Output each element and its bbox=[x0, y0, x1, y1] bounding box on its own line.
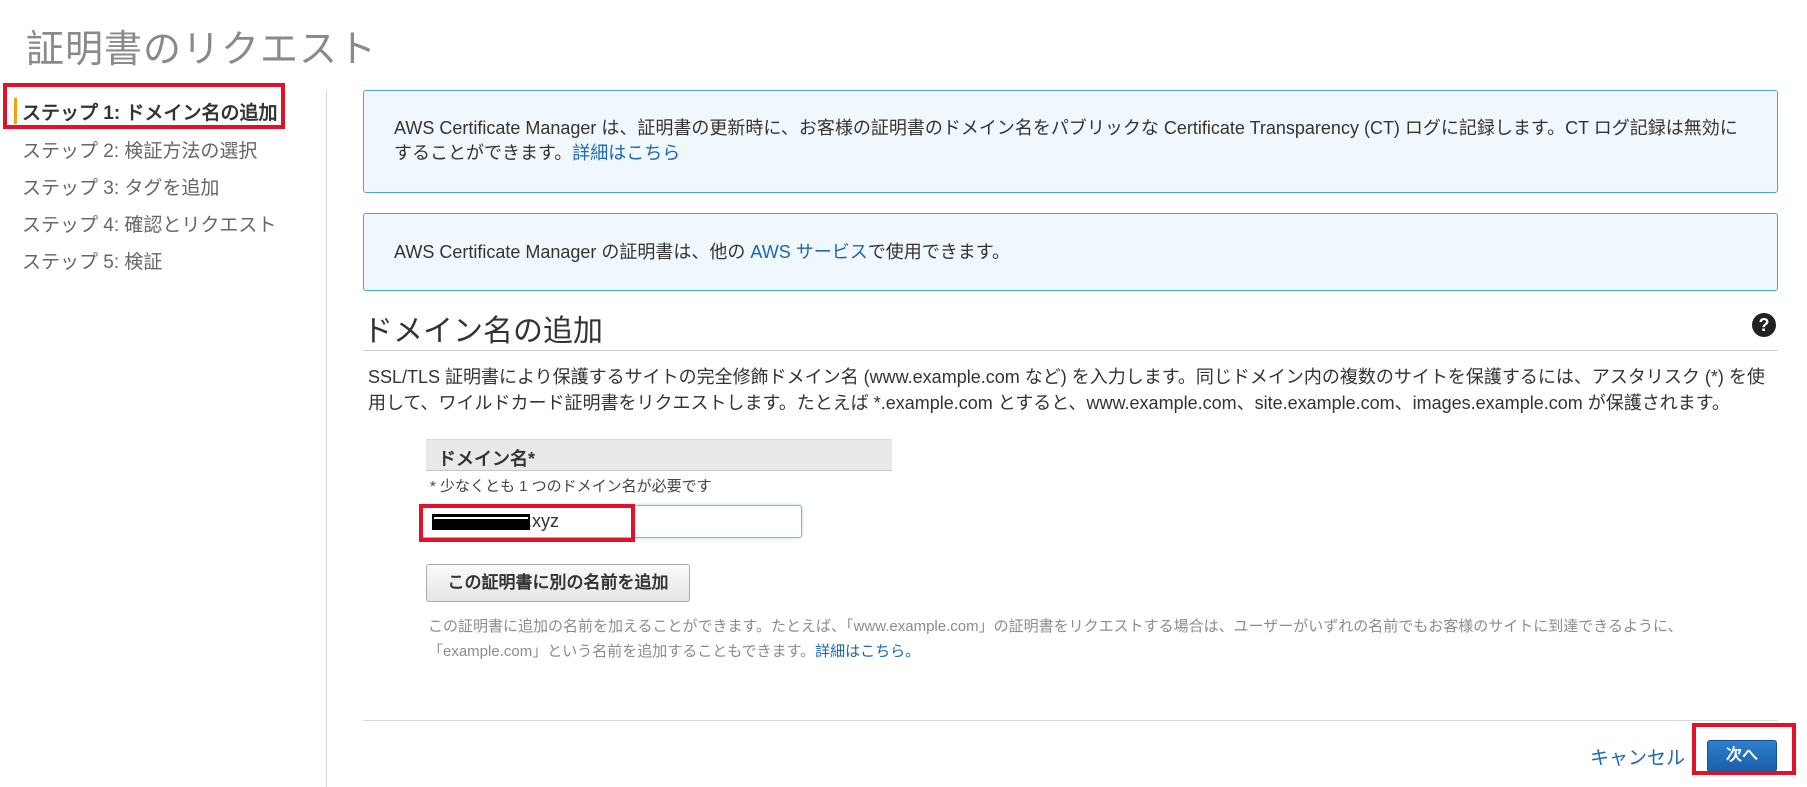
domain-required-note: * 少なくとも 1 つのドメイン名が必要です bbox=[430, 478, 712, 495]
add-another-name-button[interactable]: この証明書に別の名前を追加 bbox=[426, 564, 690, 602]
section-title: ドメイン名の追加 bbox=[363, 315, 603, 348]
sidebar-step-2[interactable]: ステップ 2: 検証方法の選択 bbox=[22, 136, 257, 163]
section-description: SSL/TLS 証明書により保護するサイトの完全修飾ドメイン名 (www.exa… bbox=[368, 367, 1765, 413]
domain-name-column-header: ドメイン名* bbox=[426, 439, 892, 471]
services-info-box: AWS Certificate Manager の証明書は、他の AWS サービ… bbox=[363, 213, 1778, 291]
sidebar-step-1[interactable]: ステップ 1: ドメイン名の追加 bbox=[22, 98, 277, 125]
redaction-line bbox=[434, 517, 528, 519]
hint-text: この証明書に追加の名前を加えることができます。たとえば、「www.example… bbox=[428, 618, 1683, 660]
ct-learn-more-link[interactable]: 詳細はこちら bbox=[572, 143, 680, 163]
hint-learn-more-link[interactable]: 詳細はこちら。 bbox=[815, 643, 920, 660]
ct-logging-info-box: AWS Certificate Manager は、証明書の更新時に、お客様の証… bbox=[363, 90, 1778, 193]
sidebar-divider bbox=[326, 90, 327, 787]
footer-divider bbox=[363, 720, 1778, 721]
aws-services-link[interactable]: AWS サービス bbox=[750, 242, 867, 262]
cancel-link[interactable]: キャンセル bbox=[1590, 743, 1685, 770]
sidebar-step-4[interactable]: ステップ 4: 確認とリクエスト bbox=[22, 210, 276, 237]
active-step-indicator bbox=[14, 98, 17, 124]
services-info-suffix: で使用できます。 bbox=[867, 242, 1010, 262]
section-divider bbox=[363, 350, 1778, 351]
services-info-prefix: AWS Certificate Manager の証明書は、他の bbox=[394, 242, 751, 262]
next-button[interactable]: 次へ bbox=[1707, 740, 1777, 772]
sidebar-step-5[interactable]: ステップ 5: 検証 bbox=[22, 247, 162, 274]
page-title: 証明書のリクエスト bbox=[26, 29, 378, 71]
additional-names-hint: この証明書に追加の名前を加えることができます。たとえば、「www.example… bbox=[428, 614, 1728, 664]
question-circle-icon[interactable]: ? bbox=[1752, 313, 1776, 337]
sidebar-step-3[interactable]: ステップ 3: タグを追加 bbox=[22, 173, 219, 200]
